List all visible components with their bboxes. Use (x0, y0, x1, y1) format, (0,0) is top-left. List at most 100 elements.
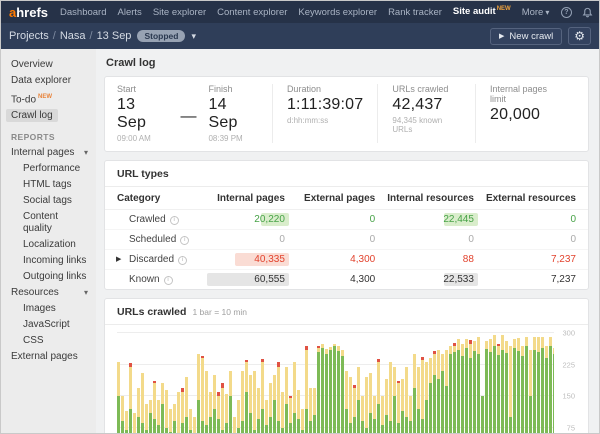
bar-segment (213, 409, 216, 433)
nav-item-keywords-explorer[interactable]: Keywords explorer (298, 7, 377, 18)
bar-segment (497, 355, 500, 433)
sidebar-item-crawl-log[interactable]: Crawl log (1, 108, 96, 124)
value-number[interactable]: 40,335 (254, 254, 285, 265)
settings-button[interactable]: ⚙ (568, 27, 591, 45)
value-number[interactable]: 0 (570, 234, 576, 245)
stacked-bar (489, 339, 492, 433)
stacked-bar (541, 337, 544, 433)
stacked-bar (357, 367, 360, 433)
bar-segment (521, 356, 524, 433)
info-icon[interactable]: i (170, 216, 179, 225)
bar-segment (237, 428, 240, 434)
bar-segment (425, 400, 428, 433)
value-number[interactable]: 88 (463, 254, 474, 265)
value-number[interactable]: 22,445 (443, 214, 474, 225)
sidebar-item-javascript[interactable]: JavaScript (1, 317, 96, 333)
bar-segment (529, 350, 532, 396)
sidebar-item-to-do[interactable]: To-doNEW (1, 89, 96, 108)
bar-segment (369, 413, 372, 433)
stacked-bar (201, 356, 204, 433)
value-number[interactable]: 4,300 (350, 254, 375, 265)
bar-segment (293, 362, 296, 412)
url-types-title: URL types (117, 168, 169, 180)
category-cell-known[interactable]: Knowni (105, 270, 208, 290)
status-badge[interactable]: Stopped (137, 30, 185, 42)
sidebar-item-resources[interactable]: Resources▾ (1, 285, 96, 301)
bar-segment (429, 358, 432, 383)
value-number[interactable]: 60,555 (254, 274, 285, 285)
bar-segment (525, 337, 528, 345)
breadcrumb-nasa[interactable]: Nasa (60, 30, 86, 42)
chart-subtitle: 1 bar = 10 min (192, 307, 247, 317)
bar-segment (285, 404, 288, 433)
stacked-bar (297, 390, 300, 433)
new-crawl-button[interactable]: ▶New crawl (490, 28, 562, 45)
nav-item-alerts[interactable]: Alerts (118, 7, 142, 18)
bar-segment (249, 413, 252, 433)
sidebar-item-social-tags[interactable]: Social tags (1, 193, 96, 209)
nav-item-content-explorer[interactable]: Content explorer (217, 7, 287, 18)
breadcrumb-13-sep[interactable]: 13 Sep (97, 30, 132, 42)
sidebar-item-incoming-links[interactable]: Incoming links (1, 253, 96, 269)
stacked-bar (341, 350, 344, 433)
bar-segment (481, 396, 484, 433)
nav-items: Dashboard Alerts Site explorer Content expl… (60, 6, 560, 17)
bar-segment (161, 383, 164, 404)
ahrefs-logo[interactable]: ahrefs (9, 5, 48, 20)
value-number[interactable]: 22,533 (443, 274, 474, 285)
value-number[interactable]: 20,220 (254, 214, 285, 225)
category-cell-discarded[interactable]: ▶Discardedi (105, 250, 208, 270)
bar-segment (209, 417, 212, 433)
stacked-bar (457, 339, 460, 433)
value-number[interactable]: 0 (279, 234, 285, 245)
sidebar-item-performance[interactable]: Performance (1, 161, 96, 177)
sidebar-item-localization[interactable]: Localization (1, 237, 96, 253)
value-number[interactable]: 4,300 (350, 274, 375, 285)
info-icon[interactable]: i (164, 276, 173, 285)
sidebar-item-content-quality[interactable]: Content quality (1, 209, 96, 237)
sidebar-item-external-pages[interactable]: External pages (1, 349, 96, 365)
sidebar-item-html-tags[interactable]: HTML tags (1, 177, 96, 193)
stat-urls-crawled: URLs crawled42,43794,345 known URLs (377, 84, 475, 143)
sidebar-item-css[interactable]: CSS (1, 333, 96, 349)
sidebar-item-images[interactable]: Images (1, 301, 96, 317)
nav-item-rank-tracker[interactable]: Rank tracker (388, 7, 442, 18)
bar-segment (465, 348, 468, 433)
info-icon[interactable]: i (180, 236, 189, 245)
stat-value: 20,000 (490, 106, 562, 124)
sidebar-item-internal-pages[interactable]: Internal pages▾ (1, 145, 96, 161)
bar-segment (425, 362, 428, 400)
value-number[interactable]: 0 (570, 214, 576, 225)
stacked-bar (217, 392, 220, 433)
expand-caret-icon[interactable]: ▶ (116, 255, 121, 263)
value-number[interactable]: 0 (370, 214, 376, 225)
bar-segment (117, 362, 120, 396)
help-icon[interactable]: ? (560, 6, 572, 18)
value-number[interactable]: 0 (468, 234, 474, 245)
bar-segment (209, 392, 212, 417)
bar-segment (157, 400, 160, 425)
info-icon[interactable]: i (178, 256, 187, 265)
value-number[interactable]: 7,237 (551, 254, 576, 265)
value-cell: 20,220 (208, 210, 297, 230)
sidebar-item-overview[interactable]: Overview (1, 57, 96, 73)
bar-segment (473, 341, 476, 350)
category-cell-scheduled[interactable]: Scheduledi (105, 230, 208, 250)
nav-item-more[interactable]: More▾ (522, 7, 550, 18)
bell-icon[interactable] (581, 6, 593, 18)
bar-segment (201, 358, 204, 421)
stacked-bar (365, 377, 368, 433)
breadcrumb-projects[interactable]: Projects (9, 30, 49, 42)
nav-item-site-audit[interactable]: Site auditNEW (453, 6, 511, 17)
value-number[interactable]: 7,237 (551, 274, 576, 285)
category-cell-crawled[interactable]: Crawledi (105, 210, 208, 230)
sidebar-item-data-explorer[interactable]: Data explorer (1, 73, 96, 89)
value-number[interactable]: 0 (370, 234, 376, 245)
stacked-bar (213, 375, 216, 433)
nav-item-dashboard[interactable]: Dashboard (60, 7, 106, 18)
bar-segment (457, 339, 460, 350)
sidebar-item-outgoing-links[interactable]: Outgoing links (1, 269, 96, 285)
nav-item-site-explorer[interactable]: Site explorer (153, 7, 206, 18)
crawl-dropdown-caret-icon[interactable]: ▾ (191, 31, 196, 42)
stat-label: URLs crawled (392, 84, 461, 94)
